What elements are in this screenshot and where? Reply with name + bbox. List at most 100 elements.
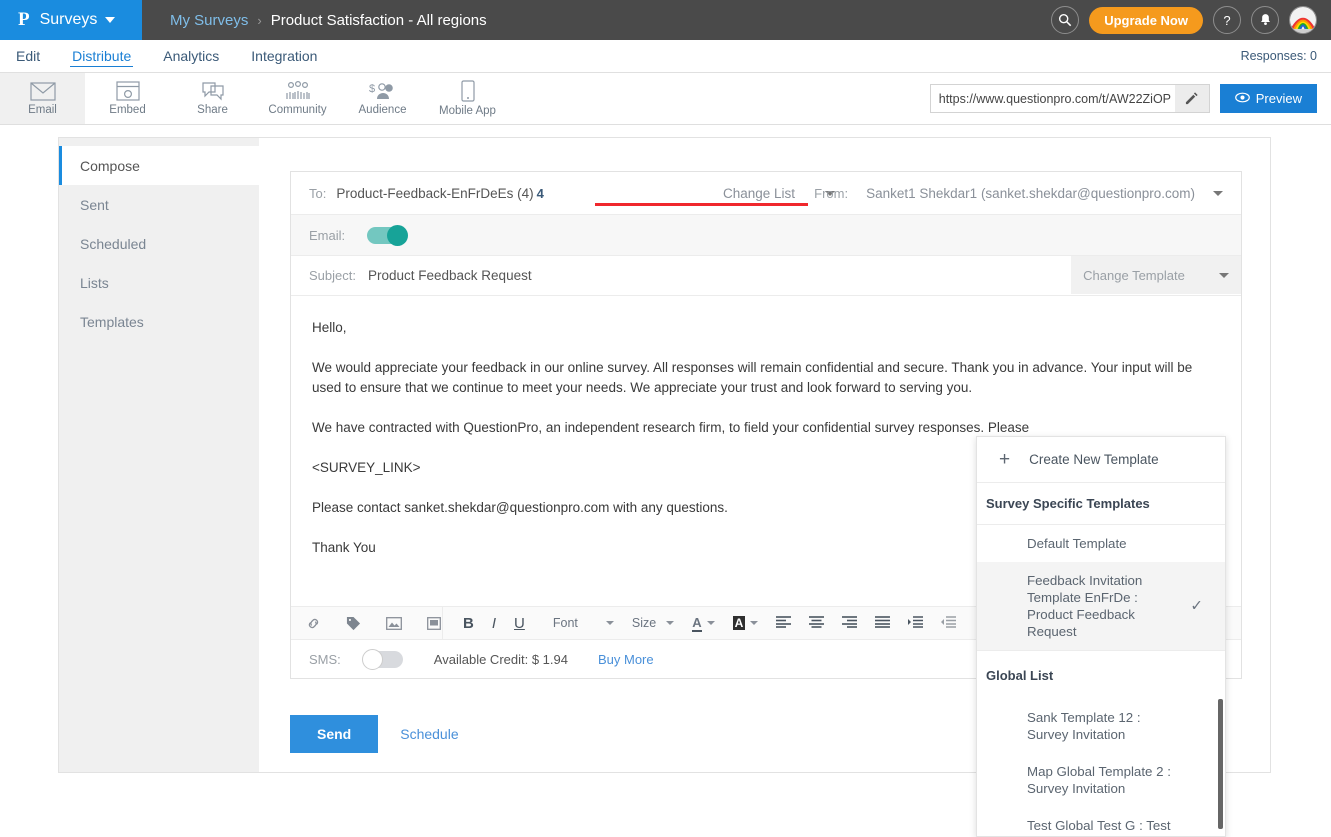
breadcrumb: My Surveys › Product Satisfaction - All … xyxy=(170,12,487,29)
nav-item-integration[interactable]: Integration xyxy=(249,46,319,66)
sidebar-item-templates[interactable]: Templates xyxy=(59,302,259,341)
chevron-down-icon xyxy=(606,621,614,625)
chevron-down-icon[interactable] xyxy=(1213,191,1223,196)
send-button[interactable]: Send xyxy=(290,715,378,753)
chevron-down-icon xyxy=(1219,273,1229,278)
create-new-template-item[interactable]: + Create New Template xyxy=(977,437,1225,483)
to-row: To: Product-Feedback-EnFrDeEs (4) 4 Chan… xyxy=(291,172,1241,215)
change-template-button[interactable]: Change Template xyxy=(1071,256,1241,294)
insert-tools-group xyxy=(291,607,443,639)
breadcrumb-current-survey: Product Satisfaction - All regions xyxy=(271,12,487,29)
composer-actions: Send Schedule xyxy=(290,715,459,753)
from-label: From: xyxy=(814,186,848,201)
audience-icon: $ xyxy=(369,81,397,101)
template-item-test-global-g[interactable]: Test Global Test G : Test PAA G xyxy=(977,807,1225,837)
text-color-icon[interactable]: A xyxy=(692,615,714,632)
plus-icon: + xyxy=(999,450,1010,469)
schedule-button[interactable]: Schedule xyxy=(400,726,458,742)
chevron-down-icon xyxy=(666,621,674,625)
font-size-select[interactable]: Size xyxy=(632,616,674,630)
template-item-sank-12[interactable]: Sank Template 12 : Survey Invitation xyxy=(977,699,1225,753)
upgrade-now-button[interactable]: Upgrade Now xyxy=(1089,7,1203,34)
align-justify-icon[interactable] xyxy=(875,615,890,631)
help-icon[interactable]: ? xyxy=(1213,6,1241,34)
share-icon xyxy=(201,81,225,101)
search-icon[interactable] xyxy=(1051,6,1079,34)
to-list-value[interactable]: Product-Feedback-EnFrDeEs (4) xyxy=(336,186,533,201)
subject-row: Subject: Product Feedback Request Change… xyxy=(291,256,1241,296)
brand-surveys-menu[interactable]: P Surveys xyxy=(0,0,142,40)
check-icon: ✓ xyxy=(1190,598,1203,615)
channel-share[interactable]: Share xyxy=(170,73,255,124)
subject-label: Subject: xyxy=(309,268,356,283)
video-icon[interactable] xyxy=(427,617,441,630)
sms-toggle[interactable] xyxy=(363,651,403,668)
embed-icon xyxy=(116,81,140,101)
sidebar-item-scheduled[interactable]: Scheduled xyxy=(59,224,259,263)
email-toggle[interactable] xyxy=(367,227,407,244)
channel-label: Mobile App xyxy=(439,105,496,117)
bold-button[interactable]: B xyxy=(463,615,474,632)
envelope-icon xyxy=(30,82,56,101)
size-label: Size xyxy=(632,616,656,630)
subject-input[interactable]: Product Feedback Request xyxy=(368,268,532,283)
channel-community[interactable]: Community xyxy=(255,73,340,124)
font-label: Font xyxy=(553,616,578,630)
outdent-icon[interactable] xyxy=(941,615,956,631)
template-item-default[interactable]: Default Template xyxy=(977,525,1225,562)
email-label: Email: xyxy=(309,228,345,243)
channel-email[interactable]: Email xyxy=(0,73,85,124)
preview-button[interactable]: Preview xyxy=(1220,84,1317,113)
template-item-feedback-invitation[interactable]: Feedback Invitation Template EnFrDe : Pr… xyxy=(977,562,1225,650)
align-left-icon[interactable] xyxy=(776,615,791,631)
channel-embed[interactable]: Embed xyxy=(85,73,170,124)
channel-audience[interactable]: $ Audience xyxy=(340,73,425,124)
link-icon[interactable] xyxy=(306,616,321,631)
email-toggle-row: Email: xyxy=(291,215,1241,256)
chevron-down-icon xyxy=(707,621,715,625)
avatar[interactable] xyxy=(1289,6,1317,34)
image-icon[interactable] xyxy=(386,617,402,630)
tag-icon[interactable] xyxy=(346,616,361,631)
channel-label: Audience xyxy=(359,104,407,116)
nav-item-analytics[interactable]: Analytics xyxy=(161,46,221,66)
change-template-label: Change Template xyxy=(1083,268,1185,283)
from-area: From: Sanket1 Shekdar1 (sanket.shekdar@q… xyxy=(814,186,1223,201)
breadcrumb-my-surveys[interactable]: My Surveys xyxy=(170,12,248,29)
breadcrumb-separator: › xyxy=(257,13,261,28)
brand-label: Surveys xyxy=(40,11,98,29)
page-body: Compose Sent Scheduled Lists Templates T… xyxy=(0,125,1331,791)
top-bar: P Surveys My Surveys › Product Satisfact… xyxy=(0,0,1331,40)
to-label: To: xyxy=(309,186,326,201)
channel-mobile-app[interactable]: Mobile App xyxy=(425,73,510,124)
highlight-color-icon[interactable]: A xyxy=(733,616,759,630)
survey-url-area: https://www.questionpro.com/t/AW22ZiOP P… xyxy=(930,73,1331,124)
font-family-select[interactable]: Font xyxy=(553,616,614,630)
from-value[interactable]: Sanket1 Shekdar1 (sanket.shekdar@questio… xyxy=(866,186,1195,201)
create-new-template-label: Create New Template xyxy=(1029,452,1159,467)
available-credit: Available Credit: $ 1.94 xyxy=(434,652,568,667)
sidebar-item-lists[interactable]: Lists xyxy=(59,263,259,302)
questionpro-logo-icon: P xyxy=(18,9,30,31)
pencil-icon[interactable] xyxy=(1175,85,1209,112)
italic-button[interactable]: I xyxy=(492,615,496,632)
underline-button[interactable]: U xyxy=(514,615,525,632)
buy-more-link[interactable]: Buy More xyxy=(598,652,654,667)
align-right-icon[interactable] xyxy=(842,615,857,631)
eye-icon xyxy=(1235,91,1250,106)
notifications-bell-icon[interactable] xyxy=(1251,6,1279,34)
dropdown-scrollbar[interactable] xyxy=(1218,699,1223,829)
nav-item-edit[interactable]: Edit xyxy=(14,46,42,66)
align-center-icon[interactable] xyxy=(809,615,824,631)
nav-item-distribute[interactable]: Distribute xyxy=(70,46,133,67)
template-item-map-global-2[interactable]: Map Global Template 2 : Survey Invitatio… xyxy=(977,753,1225,807)
sidebar-item-compose[interactable]: Compose xyxy=(59,146,259,185)
body-paragraph-2: We have contracted with QuestionPro, an … xyxy=(312,418,1221,438)
survey-url-box[interactable]: https://www.questionpro.com/t/AW22ZiOP xyxy=(930,84,1210,113)
indent-icon[interactable] xyxy=(908,615,923,631)
format-tools-group: B I U Font Size A xyxy=(443,615,956,632)
sms-label: SMS: xyxy=(309,652,341,667)
survey-url-text: https://www.questionpro.com/t/AW22ZiOP xyxy=(931,92,1175,106)
svg-text:$: $ xyxy=(369,83,375,95)
sidebar-item-sent[interactable]: Sent xyxy=(59,185,259,224)
